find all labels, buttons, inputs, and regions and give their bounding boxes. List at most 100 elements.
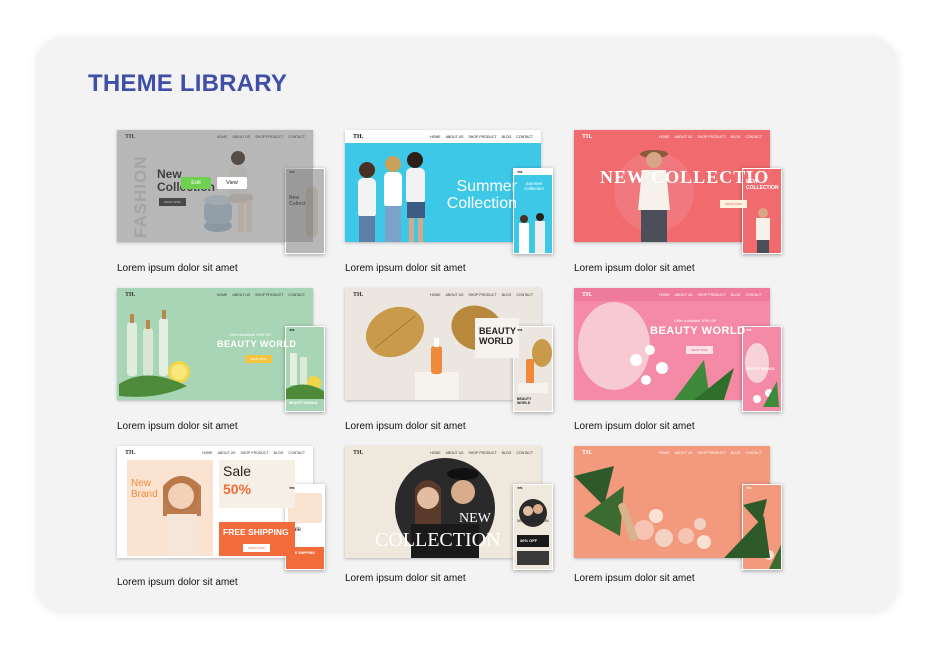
theme-logo: TH. <box>353 291 364 298</box>
nav-link: CONTACT <box>516 134 533 139</box>
desktop-preview: TH. HOME ABOUT US SHOP PRODUCT BLOG CONTACT … <box>574 288 770 400</box>
theme-logo: TH. <box>746 328 752 332</box>
nav-link: HOME <box>202 450 213 455</box>
mobile-nav: TH. <box>514 485 552 491</box>
mobile-nav: TH. <box>286 485 324 491</box>
mobile-nav: TH. <box>286 327 324 333</box>
nav-link: SHOP PRODUCT <box>697 134 726 139</box>
desktop-preview: TH. HOME ABOUT US SHOP PRODUCT BLOG CONTACT … <box>345 130 541 242</box>
desktop-preview: TH. HOME ABOUT US SHOP PRODUCT BLOG CONTACT … <box>117 446 313 558</box>
nav-link: ABOUT US <box>445 134 464 139</box>
nav-link: ABOUT US <box>674 292 693 297</box>
theme-logo: TH. <box>125 449 136 456</box>
nav-link: ABOUT US <box>674 450 693 455</box>
shop-now-button: SHOP NOW <box>720 200 747 208</box>
nav-link: SHOP PRODUCT <box>468 134 497 139</box>
nav-link: CONTACT <box>745 292 762 297</box>
nav-link: HOME <box>659 292 670 297</box>
nav-link: HOME <box>659 450 670 455</box>
nav-link: CONTACT <box>745 450 762 455</box>
nav-link: BLOG <box>501 450 512 455</box>
theme-caption: Lorem ipsum dolor sit amet <box>117 421 238 432</box>
nav-link: SHOP PRODUCT <box>240 450 269 455</box>
hero-headline: BEAUTY WORLD <box>217 339 297 349</box>
desktop-preview: TH. HOME ABOUT US SHOP PRODUCT CONTACT FASH… <box>117 130 313 242</box>
nav-link: BLOG <box>501 134 512 139</box>
theme-logo: TH. <box>289 328 295 332</box>
nav-link: CONTACT <box>288 292 305 297</box>
desktop-preview: TH. HOME ABOUT US SHOP PRODUCT BLOG CONTACT … <box>345 288 541 400</box>
mobile-nav: TH. <box>514 169 552 175</box>
hero-headline: New Brand <box>131 478 158 500</box>
page-title: THEME LIBRARY <box>88 70 288 97</box>
nav-link: HOME <box>659 134 670 139</box>
desktop-preview: TH. HOME ABOUT US SHOP PRODUCT CONTACT Offe… <box>117 288 313 400</box>
desktop-preview: TH. HOME ABOUT US SHOP PRODUCT BLOG CONTACT <box>574 446 770 558</box>
theme-logo: TH. <box>517 170 523 174</box>
flatlay-photo <box>574 466 770 558</box>
mobile-nav: TH. <box>743 169 781 175</box>
sale-value: 50% <box>223 481 252 497</box>
nav-link: ABOUT US <box>217 450 236 455</box>
nav-link: SHOP PRODUCT <box>697 450 726 455</box>
shop-now-button: SHOP NOW <box>243 544 270 552</box>
nav-link: SHOP PRODUCT <box>697 292 726 297</box>
theme-logo: TH. <box>746 170 752 174</box>
edit-button[interactable]: Edit <box>181 177 211 189</box>
nav-link: BLOG <box>501 292 512 297</box>
theme-logo: TH. <box>353 449 364 456</box>
hero-headline: BEAUTY WORLD <box>650 325 746 337</box>
theme-logo: TH. <box>582 133 593 140</box>
nav-link: CONTACT <box>745 134 762 139</box>
mobile-nav: TH. <box>743 485 781 491</box>
mobile-nav: TH. <box>743 327 781 333</box>
hero-subline: Offer Available 30% Off <box>674 318 716 323</box>
theme-logo: TH. <box>517 486 523 490</box>
desktop-preview: TH. HOME ABOUT US SHOP PRODUCT BLOG CONTACT … <box>345 446 541 558</box>
theme-caption: Lorem ipsum dolor sit amet <box>117 263 238 274</box>
theme-logo: TH. <box>746 486 752 490</box>
nav-link: CONTACT <box>516 292 533 297</box>
nav-link: BLOG <box>730 134 741 139</box>
theme-logo: TH. <box>517 328 523 332</box>
theme-logo: TH. <box>289 486 295 490</box>
shop-now-button: SHOP NOW <box>245 355 272 363</box>
theme-caption: Lorem ipsum dolor sit amet <box>345 421 466 432</box>
theme-caption: Lorem ipsum dolor sit amet <box>574 421 695 432</box>
banner-text: FREE SHIPPING <box>223 527 289 537</box>
nav-link: HOME <box>216 292 228 297</box>
mobile-headline: BEAUTY WORLD <box>289 401 318 405</box>
hero-headline: Summer Collection <box>446 178 517 212</box>
desktop-preview: TH. HOME ABOUT US SHOP PRODUCT BLOG CONTACT … <box>574 130 770 242</box>
mobile-nav: TH. <box>514 327 552 333</box>
nav-link: ABOUT US <box>445 292 464 297</box>
hero-headline: COLLECTION <box>375 529 501 551</box>
nav-link: SHOP PRODUCT <box>468 450 497 455</box>
nav-link: ABOUT US <box>674 134 693 139</box>
nav-link: SHOP PRODUCT <box>468 292 497 297</box>
hero-headline: BEAUTY WORLD <box>479 326 516 346</box>
nav-link: BLOG <box>730 450 741 455</box>
nav-link: SHOP PRODUCT <box>255 292 284 297</box>
theme-caption: Lorem ipsum dolor sit amet <box>117 577 238 588</box>
view-button[interactable]: View <box>217 177 247 189</box>
theme-caption: Lorem ipsum dolor sit amet <box>345 263 466 274</box>
nav-link: BLOG <box>273 450 284 455</box>
nav-link: ABOUT US <box>445 450 464 455</box>
theme-caption: Lorem ipsum dolor sit amet <box>345 573 466 584</box>
shop-now-button: SHOP NOW <box>686 346 713 354</box>
nav-link: HOME <box>430 134 441 139</box>
theme-caption: Lorem ipsum dolor sit amet <box>574 263 695 274</box>
hero-subline: Offer Available 30% Off <box>229 332 271 337</box>
theme-logo: TH. <box>582 449 593 456</box>
nav-link: HOME <box>430 450 441 455</box>
theme-caption: Lorem ipsum dolor sit amet <box>574 573 695 584</box>
theme-logo: TH. <box>125 291 136 298</box>
theme-logo: TH. <box>582 291 593 298</box>
theme-logo: TH. <box>353 133 364 140</box>
nav-link: CONTACT <box>288 450 305 455</box>
hero-headline-top: NEW <box>459 511 491 526</box>
nav-link: CONTACT <box>516 450 533 455</box>
nav-link: HOME <box>430 292 441 297</box>
nav-link: ABOUT US <box>232 292 251 297</box>
